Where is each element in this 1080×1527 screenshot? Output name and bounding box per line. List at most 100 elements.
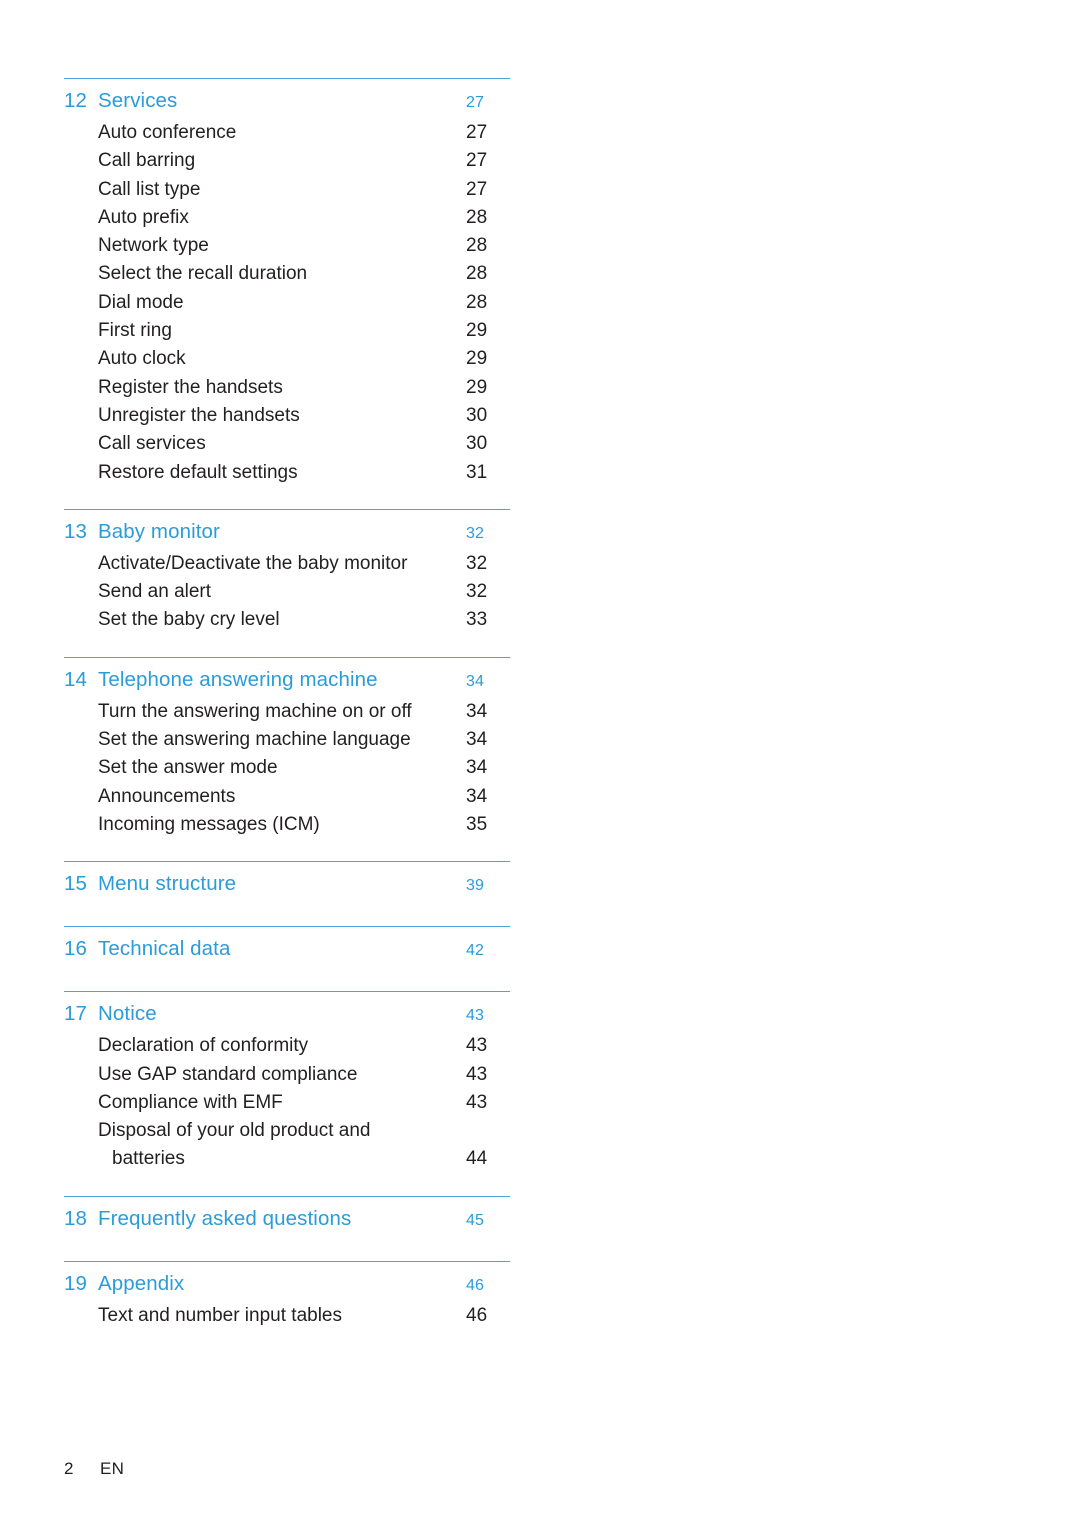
toc-entry-label: Register the handsets xyxy=(98,376,283,398)
chapter-number: 19 xyxy=(64,1271,88,1295)
toc-entry-label: Call list type xyxy=(98,178,201,200)
toc-entry-link[interactable]: Select the recall duration 28 xyxy=(64,260,510,288)
chapter-page-number: 43 xyxy=(466,1007,484,1025)
toc-entry-label: Network type xyxy=(98,235,209,257)
chapter-page-number: 32 xyxy=(466,524,484,542)
toc-entry-label: batteries xyxy=(112,1148,185,1170)
chapter-number: 13 xyxy=(64,519,88,543)
toc-entry-link[interactable]: Set the answer mode 34 xyxy=(64,754,510,782)
toc-entry-label: Dial mode xyxy=(98,291,184,313)
footer-language-code: EN xyxy=(100,1459,125,1478)
toc-chapter-link[interactable]: 19 Appendix 46 xyxy=(64,1262,510,1298)
chapter-title: Menu structure xyxy=(98,872,237,896)
toc-entry-page-number: 28 xyxy=(466,291,488,313)
toc-chapter-link[interactable]: 16 Technical data 42 xyxy=(64,927,510,969)
toc-entry-link[interactable]: Register the handsets 29 xyxy=(64,374,510,402)
toc-chapter-link[interactable]: 17 Notice 43 xyxy=(64,992,510,1028)
toc-entry-link[interactable]: Restore default settings 31 xyxy=(64,459,510,487)
chapter-title: Appendix xyxy=(98,1271,185,1295)
chapter-title: Services xyxy=(98,89,178,112)
toc-entry-label: Auto clock xyxy=(98,348,186,370)
document-page: 12 Services 27 Auto conference 27 Call barrin… xyxy=(0,0,1080,1527)
toc-chapter: 15 Menu structure 39 xyxy=(64,861,510,926)
chapter-number: 16 xyxy=(64,937,88,961)
chapter-page-number: 45 xyxy=(466,1211,484,1229)
toc-entry-label: Send an alert xyxy=(98,581,212,603)
chapter-title: Telephone answering machine xyxy=(98,667,378,691)
toc-entry-page-number: 28 xyxy=(466,206,488,228)
toc-entry-list: Turn the answering machine on or off 34 Se… xyxy=(64,694,510,839)
toc-entry-link[interactable]: Auto clock 29 xyxy=(64,345,510,373)
toc-entry-page-number: 28 xyxy=(466,263,488,285)
toc-entry-label: Auto prefix xyxy=(98,206,189,228)
toc-entry-link[interactable]: Declaration of conformity 43 xyxy=(64,1032,510,1060)
toc-entry-link[interactable]: Set the baby cry level 33 xyxy=(64,606,510,634)
toc-entry-page-number: 29 xyxy=(466,320,488,342)
chapter-page-number: 42 xyxy=(466,942,484,960)
chapter-title: Baby monitor xyxy=(98,519,220,543)
toc-entry-page-number: 44 xyxy=(466,1148,488,1170)
chapter-page-number: 46 xyxy=(466,1276,484,1294)
toc-entry-link[interactable]: Network type 28 xyxy=(64,232,510,260)
toc-entry-page-number: 43 xyxy=(466,1035,488,1057)
toc-chapter-link[interactable]: 14 Telephone answering machine 34 xyxy=(64,658,510,694)
toc-entry-label: First ring xyxy=(98,320,172,342)
toc-chapter-link[interactable]: 15 Menu structure 39 xyxy=(64,862,510,904)
toc-entry-link[interactable]: Set the answering machine language 34 xyxy=(64,726,510,754)
toc-chapter: 12 Services 27 Auto conference 27 Call barrin… xyxy=(64,78,510,509)
toc-entry-link[interactable]: Auto conference 27 xyxy=(64,119,510,147)
toc-entry-link[interactable]: Incoming messages (ICM) 35 xyxy=(64,811,510,839)
toc-entry-page-number: 34 xyxy=(466,785,488,807)
toc-entry-link[interactable]: Send an alert 32 xyxy=(64,578,510,606)
toc-entry-label: Select the recall duration xyxy=(98,263,308,285)
toc-entry-page-number: 29 xyxy=(466,348,488,370)
toc-entry-label: Compliance with EMF xyxy=(98,1091,283,1113)
toc-entry-link[interactable]: First ring 29 xyxy=(64,317,510,345)
toc-chapter-link[interactable]: 18 Frequently asked questions 45 xyxy=(64,1197,510,1239)
chapter-page-number: 34 xyxy=(466,672,484,690)
toc-entry-link[interactable]: batteries 44 xyxy=(64,1145,510,1173)
toc-chapter-link[interactable]: 13 Baby monitor 32 xyxy=(64,510,510,546)
toc-entry-link[interactable]: Disposal of your old product and xyxy=(64,1117,510,1145)
toc-entry-link[interactable]: Call services 30 xyxy=(64,430,510,458)
toc-entry-page-number: 29 xyxy=(466,376,488,398)
chapter-title: Notice xyxy=(98,1002,157,1026)
toc-entry-link[interactable]: Unregister the handsets 30 xyxy=(64,402,510,430)
toc-entry-link[interactable]: Compliance with EMF 43 xyxy=(64,1089,510,1117)
toc-entry-page-number: 46 xyxy=(466,1304,488,1326)
toc-entry-link[interactable]: Turn the answering machine on or off 34 xyxy=(64,698,510,726)
toc-entry-page-number: 32 xyxy=(466,581,488,603)
chapter-page-number: 39 xyxy=(466,877,484,895)
toc-entry-page-number: 35 xyxy=(466,813,488,835)
toc-entry-link[interactable]: Text and number input tables 46 xyxy=(64,1302,510,1330)
toc-entry-link[interactable]: Announcements 34 xyxy=(64,783,510,811)
toc-entry-page-number: 43 xyxy=(466,1091,488,1113)
chapter-number: 18 xyxy=(64,1206,88,1230)
toc-chapter: 13 Baby monitor 32 Activate/Deactivate the … xyxy=(64,508,510,657)
toc-entry-link[interactable]: Use GAP standard compliance 43 xyxy=(64,1061,510,1089)
toc-entry-link[interactable]: Call list type 27 xyxy=(64,176,510,204)
toc-entry-link[interactable]: Call barring 27 xyxy=(64,147,510,175)
toc-entry-link[interactable]: Dial mode 28 xyxy=(64,289,510,317)
toc-entry-label: Call services xyxy=(98,433,206,455)
toc-chapter-link[interactable]: 12 Services 27 xyxy=(64,79,510,115)
toc-entry-page-number: 34 xyxy=(466,757,488,779)
toc-entry-link[interactable]: Auto prefix 28 xyxy=(64,204,510,232)
toc-entry-list: Text and number input tables 46 xyxy=(64,1298,510,1330)
toc-entry-page-number: 27 xyxy=(466,122,488,143)
toc-entry-link[interactable]: Activate/Deactivate the baby monitor 32 xyxy=(64,550,510,578)
chapter-number: 17 xyxy=(64,1002,88,1026)
toc-chapter: 14 Telephone answering machine 34 Turn the … xyxy=(64,656,510,861)
toc-entry-page-number: 28 xyxy=(466,235,488,257)
toc-chapter: 19 Appendix 46 Text and number input tables… xyxy=(64,1260,510,1352)
toc-entry-label: Text and number input tables xyxy=(98,1304,342,1326)
toc-entry-list: Activate/Deactivate the baby monitor 32 Se… xyxy=(64,546,510,635)
toc-entry-page-number: 43 xyxy=(466,1063,488,1085)
toc-chapter: 17 Notice 43 Declaration of conformity 43 Use… xyxy=(64,991,510,1195)
